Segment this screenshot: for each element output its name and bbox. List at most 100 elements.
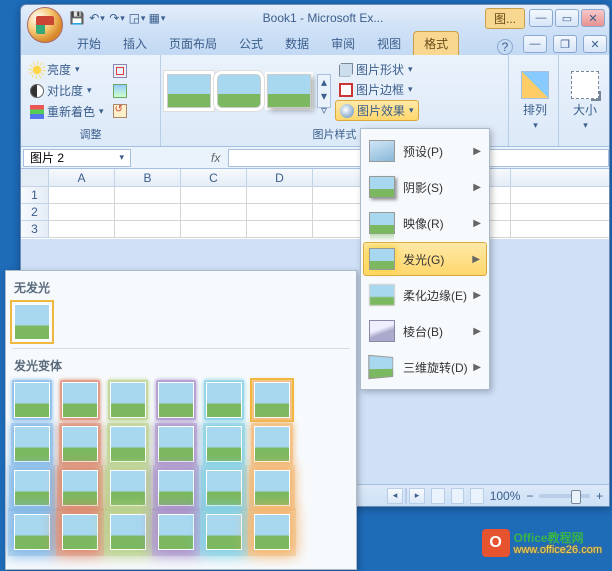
size-button[interactable]: 大小▾: [565, 69, 605, 133]
change-picture-button[interactable]: [111, 82, 129, 100]
window-title: Book1 - Microsoft Ex...: [165, 11, 481, 25]
picture-shape-button[interactable]: 图片形状▾: [335, 60, 419, 79]
picture-effects-menu: 预设(P)▶ 阴影(S)▶ 映像(R)▶ 发光(G)▶ 柔化边缘(E)▶ 棱台(…: [360, 128, 490, 390]
view-normal-button[interactable]: [431, 488, 445, 504]
contextual-tab-label[interactable]: 图...: [485, 8, 525, 29]
maximize-button[interactable]: ▭: [555, 9, 579, 27]
glow-variant-option[interactable]: [206, 426, 242, 462]
picture-effects-button[interactable]: 图片效果▾: [335, 100, 419, 121]
tab-data[interactable]: 数据: [275, 32, 319, 55]
glow-variant-option[interactable]: [14, 426, 50, 462]
zoom-percent[interactable]: 100%: [490, 489, 521, 503]
soft-edges-icon: [369, 284, 395, 306]
picture-style-1[interactable]: [167, 74, 211, 108]
glow-variant-option[interactable]: [110, 426, 146, 462]
glow-variant-option[interactable]: [158, 426, 194, 462]
glow-variant-option[interactable]: [14, 382, 50, 418]
effects-reflection-item[interactable]: 映像(R)▶: [363, 206, 487, 240]
col-header-A[interactable]: A: [49, 169, 115, 186]
hscroll-left-button[interactable]: ◂: [387, 488, 403, 504]
workbook-minimize-button[interactable]: —: [523, 35, 547, 53]
office-button[interactable]: [27, 7, 63, 43]
effects-glow-item[interactable]: 发光(G)▶: [363, 242, 487, 276]
picture-border-button[interactable]: 图片边框▾: [335, 80, 419, 99]
submenu-arrow-icon: ▶: [473, 218, 481, 229]
effects-shadow-item[interactable]: 阴影(S)▶: [363, 170, 487, 204]
effects-3drotation-item[interactable]: 三维旋转(D)▶: [363, 350, 487, 384]
glow-icon: [369, 248, 395, 270]
glow-variant-option[interactable]: [110, 382, 146, 418]
glow-variant-option[interactable]: [62, 426, 98, 462]
help-icon[interactable]: ?: [497, 39, 513, 55]
contrast-button[interactable]: 对比度▾: [27, 81, 107, 100]
worksheet-grid[interactable]: A B C D G 1 2 3: [21, 169, 609, 239]
glow-variant-option[interactable]: [206, 382, 242, 418]
workbook-close-button[interactable]: ✕: [583, 35, 607, 53]
tab-home[interactable]: 开始: [67, 32, 111, 55]
tab-formulas[interactable]: 公式: [229, 32, 273, 55]
tab-review[interactable]: 审阅: [321, 32, 365, 55]
qat-more-icon[interactable]: ▦▾: [149, 10, 165, 26]
workbook-restore-button[interactable]: ❐: [553, 35, 577, 53]
effects-preset-item[interactable]: 预设(P)▶: [363, 134, 487, 168]
glow-variant-option[interactable]: [158, 382, 194, 418]
hscroll-right-button[interactable]: ▸: [409, 488, 425, 504]
glow-variant-option[interactable]: [14, 514, 50, 550]
select-all-corner[interactable]: [21, 169, 49, 186]
view-layout-button[interactable]: [451, 488, 465, 504]
fx-icon[interactable]: fx: [203, 151, 228, 165]
zoom-slider[interactable]: [539, 494, 590, 498]
glow-variant-option[interactable]: [254, 426, 290, 462]
glow-variant-option[interactable]: [158, 514, 194, 550]
zoom-in-button[interactable]: +: [596, 489, 603, 503]
undo-icon[interactable]: ↶▾: [89, 10, 105, 26]
change-picture-icon: [113, 84, 127, 98]
glow-variant-option[interactable]: [110, 470, 146, 506]
group-adjust-label: 调整: [27, 124, 154, 144]
tab-format[interactable]: 格式: [413, 31, 459, 55]
save-icon[interactable]: 💾: [69, 10, 85, 26]
rotation-3d-icon: [368, 355, 393, 379]
minimize-button[interactable]: —: [529, 9, 553, 27]
picture-style-3[interactable]: [267, 74, 311, 108]
effects-softedge-item[interactable]: 柔化边缘(E)▶: [363, 278, 487, 312]
hscroll-track[interactable]: [405, 488, 407, 504]
arrange-button[interactable]: 排列▾: [515, 69, 555, 133]
picture-styles-more-button[interactable]: ▴▾▿: [317, 74, 331, 108]
glow-variant-option[interactable]: [158, 470, 194, 506]
tab-page-layout[interactable]: 页面布局: [159, 32, 227, 55]
glow-variant-option[interactable]: [254, 470, 290, 506]
glow-variant-option[interactable]: [62, 514, 98, 550]
qat-custom-icon[interactable]: ◲▾: [129, 10, 145, 26]
col-header-C[interactable]: C: [181, 169, 247, 186]
title-bar: 💾 ↶▾ ↷▾ ◲▾ ▦▾ Book1 - Microsoft Ex... 图.…: [21, 5, 609, 31]
brightness-button[interactable]: 亮度▾: [27, 60, 107, 79]
effects-bevel-item[interactable]: 棱台(B)▶: [363, 314, 487, 348]
recolor-button[interactable]: 重新着色▾: [27, 102, 107, 121]
col-header-B[interactable]: B: [115, 169, 181, 186]
row-header-2[interactable]: 2: [21, 204, 49, 221]
tab-insert[interactable]: 插入: [113, 32, 157, 55]
view-pagebreak-button[interactable]: [470, 488, 484, 504]
glow-variant-option[interactable]: [206, 470, 242, 506]
glow-variant-option[interactable]: [206, 514, 242, 550]
reset-picture-button[interactable]: [111, 102, 129, 120]
picture-style-2[interactable]: [217, 74, 261, 108]
recolor-icon: [30, 105, 44, 119]
glow-variant-option[interactable]: [62, 382, 98, 418]
zoom-out-button[interactable]: −: [526, 489, 533, 503]
glow-variant-option[interactable]: [62, 470, 98, 506]
compress-pictures-button[interactable]: [111, 62, 129, 80]
glow-variant-option[interactable]: [254, 382, 290, 418]
glow-variant-option[interactable]: [14, 470, 50, 506]
name-box[interactable]: 图片 2▾: [23, 149, 131, 167]
glow-variant-option[interactable]: [254, 514, 290, 550]
row-header-1[interactable]: 1: [21, 187, 49, 204]
col-header-D[interactable]: D: [247, 169, 313, 186]
close-button[interactable]: ✕: [581, 9, 605, 27]
redo-icon[interactable]: ↷▾: [109, 10, 125, 26]
row-header-3[interactable]: 3: [21, 221, 49, 238]
glow-variant-option[interactable]: [110, 514, 146, 550]
glow-none-option[interactable]: [14, 304, 50, 340]
tab-view[interactable]: 视图: [367, 32, 411, 55]
